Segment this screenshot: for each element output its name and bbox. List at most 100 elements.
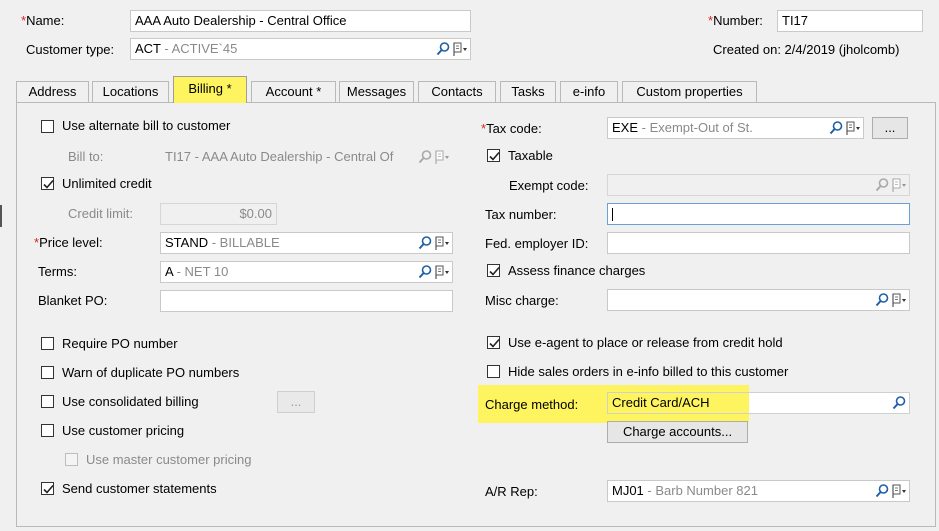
bill-to-field: TI17 - AAA Auto Dealership - Central Of	[160, 146, 453, 168]
ar-rep-field[interactable]: MJ01 - Barb Number 821	[607, 480, 910, 502]
warn-duplicate-po-label: Warn of duplicate PO numbers	[62, 365, 240, 380]
search-icon[interactable]	[417, 235, 433, 251]
field-tools	[435, 39, 468, 59]
credit-limit-field: $0.00	[160, 203, 277, 225]
credit-limit-label: Credit limit:	[68, 206, 134, 221]
search-icon[interactable]	[828, 120, 844, 136]
flag-dropdown-icon[interactable]	[434, 235, 450, 251]
flag-dropdown-icon	[891, 177, 907, 193]
terms-field[interactable]: A - NET 10	[160, 261, 453, 283]
customer-pricing-checkbox[interactable]	[41, 424, 54, 437]
send-statements-checkbox[interactable]	[41, 482, 54, 495]
tab-account[interactable]: Account *	[251, 81, 336, 102]
checkmark-icon	[488, 265, 501, 278]
assess-finance-checkbox[interactable]	[487, 264, 500, 277]
search-icon[interactable]	[417, 264, 433, 280]
flag-dropdown-icon[interactable]	[891, 292, 907, 308]
tax-code-browse-button[interactable]: ...	[872, 117, 908, 139]
fed-employer-field[interactable]	[607, 232, 910, 254]
require-po-label: Require PO number	[62, 336, 178, 351]
hide-sales-orders-checkbox[interactable]	[487, 365, 500, 378]
fed-employer-label: Fed. employer ID:	[485, 236, 589, 251]
number-label: *Number:	[708, 13, 763, 28]
search-icon[interactable]	[435, 41, 451, 57]
use-eagent-checkbox[interactable]	[487, 336, 500, 349]
exempt-code-label: Exempt code:	[509, 178, 589, 193]
consolidated-billing-label: Use consolidated billing	[62, 394, 199, 409]
search-icon[interactable]	[874, 292, 890, 308]
bill-to-label: Bill to:	[68, 149, 104, 164]
charge-method-field[interactable]: Credit Card/ACH	[607, 392, 910, 414]
number-field[interactable]: TI17	[777, 10, 923, 32]
use-eagent-label: Use e-agent to place or release from cre…	[508, 335, 783, 350]
field-tools	[891, 393, 907, 413]
master-pricing-label: Use master customer pricing	[86, 452, 252, 467]
misc-charge-label: Misc charge:	[485, 293, 559, 308]
consolidated-billing-button[interactable]: ...	[277, 391, 315, 413]
ar-rep-label: A/R Rep:	[485, 484, 538, 499]
search-icon	[417, 149, 433, 165]
terms-label: Terms:	[38, 264, 77, 279]
window-edge	[0, 205, 2, 227]
tab-e-info[interactable]: e-info	[560, 81, 618, 102]
require-po-checkbox[interactable]	[41, 337, 54, 350]
hide-sales-orders-label: Hide sales orders in e-info billed to th…	[508, 364, 789, 379]
text-cursor	[612, 208, 613, 221]
search-icon[interactable]	[891, 395, 907, 411]
blanket-po-label: Blanket PO:	[38, 293, 108, 308]
field-tools	[417, 233, 450, 253]
tab-messages[interactable]: Messages	[339, 81, 414, 102]
unlimited-credit-checkbox[interactable]	[41, 177, 54, 190]
field-tools	[874, 481, 907, 501]
exempt-code-field	[607, 174, 910, 196]
tab-tasks[interactable]: Tasks	[500, 81, 556, 102]
flag-dropdown-icon[interactable]	[434, 264, 450, 280]
assess-finance-label: Assess finance charges	[508, 263, 646, 278]
tab-contacts[interactable]: Contacts	[418, 81, 496, 102]
name-field[interactable]: AAA Auto Dealership - Central Office	[130, 10, 471, 32]
tab-locations[interactable]: Locations	[92, 81, 169, 102]
price-level-label: *Price level:	[34, 235, 103, 250]
tax-number-label: Tax number:	[485, 207, 557, 222]
price-level-field[interactable]: STAND - BILLABLE	[160, 232, 453, 254]
charge-accounts-button[interactable]: Charge accounts...	[607, 421, 748, 443]
created-on-text: Created on: 2/4/2019 (jholcomb)	[713, 42, 900, 57]
customer-type-label: Customer type:	[26, 42, 115, 57]
field-tools	[874, 175, 907, 195]
search-icon	[874, 177, 890, 193]
misc-charge-field[interactable]	[607, 289, 910, 311]
field-tools	[828, 118, 861, 138]
use-alternate-bill-label: Use alternate bill to customer	[62, 118, 231, 133]
tab-custom-properties[interactable]: Custom properties	[622, 81, 757, 102]
charge-method-label: Charge method:	[485, 397, 579, 412]
blanket-po-field[interactable]	[160, 290, 453, 312]
send-statements-label: Send customer statements	[62, 481, 217, 496]
warn-duplicate-po-checkbox[interactable]	[41, 366, 54, 379]
field-tools	[874, 290, 907, 310]
flag-dropdown-icon	[434, 149, 450, 165]
checkmark-icon	[42, 483, 55, 496]
search-icon[interactable]	[874, 483, 890, 499]
taxable-checkbox[interactable]	[487, 149, 500, 162]
taxable-label: Taxable	[508, 148, 553, 163]
checkmark-icon	[488, 337, 501, 350]
consolidated-billing-checkbox[interactable]	[41, 395, 54, 408]
use-alternate-bill-checkbox[interactable]	[41, 120, 54, 133]
customer-pricing-label: Use customer pricing	[62, 423, 185, 438]
tab-billing[interactable]: Billing *	[173, 76, 247, 103]
flag-dropdown-icon[interactable]	[891, 483, 907, 499]
field-tools	[417, 262, 450, 282]
flag-dropdown-icon[interactable]	[845, 120, 861, 136]
customer-type-field[interactable]: ACT - ACTIVE`45	[130, 38, 471, 60]
tax-code-label: *Tax code:	[481, 121, 542, 136]
name-label: *Name:	[21, 13, 65, 28]
unlimited-credit-label: Unlimited credit	[62, 176, 152, 191]
master-pricing-checkbox	[65, 453, 78, 466]
flag-dropdown-icon[interactable]	[452, 41, 468, 57]
tax-code-field[interactable]: EXE - Exempt-Out of St.	[607, 117, 864, 139]
field-tools	[417, 147, 450, 167]
tab-address[interactable]: Address	[16, 81, 89, 102]
checkmark-icon	[488, 150, 501, 163]
tax-number-field[interactable]	[607, 203, 910, 225]
checkmark-icon	[42, 178, 55, 191]
